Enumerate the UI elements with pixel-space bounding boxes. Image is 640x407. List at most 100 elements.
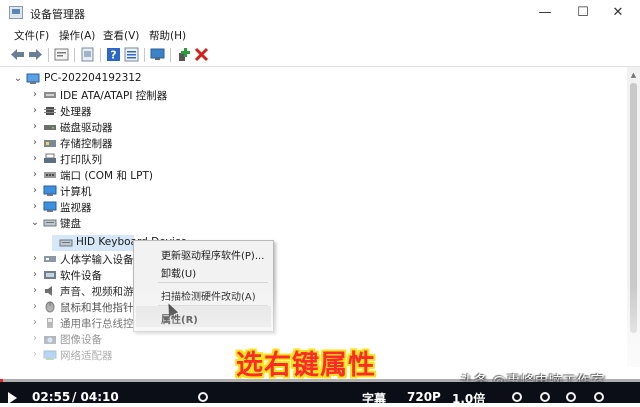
- context-item-scan-hardware[interactable]: 扫描检测硬件改动(A): [161, 288, 256, 303]
- tree-item-label: 存储控制器: [60, 138, 113, 150]
- vertical-scrollbar[interactable]: ▲: [627, 67, 640, 367]
- video-caption: 选右键属性: [236, 350, 376, 381]
- hid-icon: [44, 256, 56, 262]
- processor-icon: [44, 107, 56, 115]
- play-icon[interactable]: [8, 392, 17, 404]
- expand-chevron-icon[interactable]: ›: [30, 284, 40, 298]
- port-icon: [44, 172, 56, 178]
- printer-icon: [44, 153, 56, 163]
- tree-item-ports[interactable]: › 端口 (COM 和 LPT): [0, 167, 627, 183]
- tree-item-label: 鼠标和其他指针: [60, 302, 134, 314]
- expand-chevron-icon[interactable]: ›: [30, 104, 40, 118]
- keyboard-icon: [43, 219, 57, 227]
- back-arrow-icon[interactable]: [10, 47, 25, 62]
- expand-chevron-icon[interactable]: ›: [30, 168, 40, 182]
- expand-chevron-icon[interactable]: ›: [30, 120, 40, 134]
- tree-item-mouse[interactable]: › 鼠标和其他指针: [0, 299, 627, 315]
- disk-drive-icon: [44, 125, 56, 130]
- details-icon[interactable]: [124, 47, 139, 62]
- menu-bar: 文件(F) 操作(A) 查看(V) 帮助(H): [0, 26, 640, 44]
- tree-item-label: 打印队列: [60, 154, 102, 166]
- expand-chevron-icon[interactable]: ›: [30, 348, 40, 362]
- driver-icon[interactable]: [80, 47, 95, 62]
- collapse-chevron-icon[interactable]: ⌄: [30, 216, 40, 230]
- camera-icon: [44, 336, 56, 344]
- menu-help[interactable]: 帮助(H): [149, 28, 186, 43]
- tree-item-label: 通用串行总线控: [60, 318, 134, 330]
- context-item-uninstall[interactable]: 卸载(U): [161, 265, 196, 280]
- tree-item-label: 人体学输入设备: [60, 254, 134, 266]
- scroll-thumb[interactable]: [630, 83, 637, 333]
- monitor-icon: [43, 201, 57, 212]
- add-driver-icon[interactable]: [176, 47, 191, 62]
- pip-icon[interactable]: [540, 392, 550, 402]
- maximize-button[interactable]: ☐: [568, 4, 598, 22]
- usb-icon: [47, 318, 53, 328]
- storage-controller-icon: [44, 140, 56, 147]
- computer-icon: [43, 185, 57, 196]
- tree-item-storage[interactable]: › 存储控制器: [0, 135, 627, 151]
- expand-chevron-icon[interactable]: ›: [30, 136, 40, 150]
- menu-action[interactable]: 操作(A): [59, 28, 95, 43]
- settings-icon[interactable]: [198, 392, 208, 402]
- expand-chevron-icon[interactable]: ›: [30, 88, 40, 102]
- tree-item-ide[interactable]: › IDE ATA/ATAPI 控制器: [0, 87, 627, 103]
- expand-chevron-icon[interactable]: ›: [30, 152, 40, 166]
- ide-controller-icon: [44, 92, 56, 98]
- fullscreen-icon[interactable]: [594, 392, 604, 402]
- tree-item-software[interactable]: › 软件设备: [0, 267, 627, 283]
- expand-chevron-icon[interactable]: ›: [30, 332, 40, 346]
- expand-chevron-icon[interactable]: ›: [30, 316, 40, 330]
- expand-chevron-icon[interactable]: ›: [30, 300, 40, 314]
- monitor-icon[interactable]: [150, 47, 165, 62]
- help-icon[interactable]: ?: [106, 47, 121, 62]
- context-separator: [158, 282, 268, 283]
- context-menu: 更新驱动程序软件(P)... 卸载(U) 扫描检测硬件改动(A) 属性(R): [133, 240, 274, 332]
- uninstall-icon[interactable]: [194, 47, 209, 62]
- toolbar: ?: [0, 44, 640, 67]
- tree-item-computer[interactable]: › 计算机: [0, 183, 627, 199]
- tree-item-label: 端口 (COM 和 LPT): [60, 170, 153, 182]
- context-item-update-driver[interactable]: 更新驱动程序软件(P)...: [161, 247, 264, 262]
- tree-item-label: 键盘: [60, 218, 81, 230]
- tree-item-monitor[interactable]: › 监视器: [0, 199, 627, 215]
- device-manager-icon: [9, 6, 23, 19]
- expand-chevron-icon[interactable]: ›: [30, 268, 40, 282]
- speed-button[interactable]: 1.0倍: [452, 390, 485, 407]
- tree-item-sound[interactable]: › 声音、视频和游戏: [0, 283, 627, 299]
- tree-item-hid[interactable]: › 人体学输入设备: [0, 251, 627, 267]
- scroll-up-icon[interactable]: ▲: [627, 69, 640, 81]
- tree-item-processor[interactable]: › 处理器: [0, 103, 627, 119]
- duration: / 04:10: [72, 390, 119, 404]
- subtitle-button[interactable]: 字幕: [362, 390, 386, 407]
- tree-item-label: 监视器: [60, 202, 92, 214]
- toolbar-separator: [170, 48, 171, 62]
- minimize-button[interactable]: —: [530, 4, 560, 22]
- tree-item-label: 图像设备: [60, 334, 102, 346]
- toolbar-separator: [48, 48, 49, 62]
- tree-item-print-queue[interactable]: › 打印队列: [0, 151, 627, 167]
- expand-chevron-icon[interactable]: ›: [30, 252, 40, 266]
- properties-icon[interactable]: [54, 47, 69, 62]
- menu-file[interactable]: 文件(F): [14, 28, 49, 43]
- quality-button[interactable]: 720P: [407, 390, 441, 404]
- collapse-chevron-icon[interactable]: ⌄: [13, 72, 23, 86]
- tree-root-label: PC-202204192312: [44, 72, 142, 84]
- close-button[interactable]: ✕: [603, 4, 633, 22]
- tree-item-hid-keyboard[interactable]: HID Keyboard Device: [0, 235, 627, 251]
- volume-icon[interactable]: [512, 392, 522, 402]
- tree-item-label: IDE ATA/ATAPI 控制器: [60, 90, 168, 102]
- tree-item-usb[interactable]: › 通用串行总线控: [0, 315, 627, 331]
- forward-arrow-icon[interactable]: [28, 47, 43, 62]
- menu-view[interactable]: 查看(V): [103, 28, 139, 43]
- toolbar-separator: [74, 48, 75, 62]
- danmaku-icon[interactable]: [566, 392, 576, 402]
- tree-root[interactable]: ⌄ PC-202204192312: [0, 71, 627, 87]
- expand-chevron-icon[interactable]: ›: [30, 184, 40, 198]
- expand-chevron-icon[interactable]: ›: [30, 200, 40, 214]
- tree-item-disk[interactable]: › 磁盘驱动器: [0, 119, 627, 135]
- network-adapter-icon: [43, 350, 57, 360]
- tree-item-label: 处理器: [60, 106, 92, 118]
- tree-item-label: 软件设备: [60, 270, 102, 282]
- tree-item-keyboard[interactable]: ⌄ 键盘: [0, 215, 627, 231]
